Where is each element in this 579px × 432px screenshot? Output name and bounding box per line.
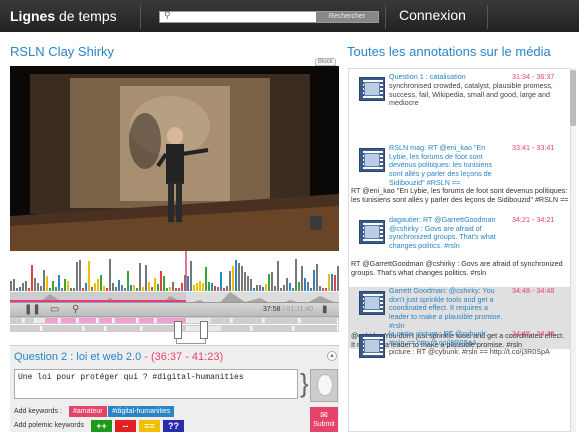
divider (140, 5, 141, 29)
slice-end-handle[interactable] (200, 321, 208, 339)
volume-icon[interactable]: ▮ (322, 303, 328, 317)
polemic-agree-button[interactable]: ++ (91, 420, 112, 432)
video-thumbnail-icon (359, 334, 385, 358)
add-keywords-label: Add keywords : (14, 408, 62, 415)
collapse-icon[interactable]: ▲ (327, 351, 337, 361)
record-button[interactable] (310, 369, 338, 402)
search-input[interactable] (176, 12, 316, 22)
search-button[interactable]: Rechercher (316, 12, 378, 22)
list-item[interactable]: dagautier: RT @GarrettGoodman @cshirky :… (349, 215, 572, 286)
login-link[interactable]: Connexion (399, 7, 466, 23)
video-thumbnail-icon (359, 77, 385, 101)
polemic-reference-button[interactable]: == (139, 420, 160, 432)
video-thumbnail-icon (359, 291, 385, 315)
search-icon[interactable]: ⚲ (72, 303, 79, 317)
app-logo[interactable]: Lignes de temps (10, 8, 117, 24)
list-item[interactable]: la pinta: picture : RT @cybunk: #rsln ==… (349, 329, 572, 362)
video-player[interactable] (10, 66, 339, 251)
polemic-disagree-button[interactable]: -- (115, 420, 136, 432)
brace-icon: } (300, 368, 309, 398)
comment-icon[interactable]: ▭ (50, 303, 59, 317)
list-item[interactable]: Question 1 : catalisation 31:34 - 36:37 … (349, 72, 572, 119)
annotation-form: Question 2 : loi et web 2.0 - (36:37 - 4… (10, 345, 339, 432)
form-title: Question 2 : loi et web 2.0 - (36:37 - 4… (14, 351, 224, 363)
slice-start-handle[interactable] (174, 321, 182, 339)
scrollbar-thumb[interactable] (570, 70, 576, 126)
time-display: 37:58 / 01:11:40 (263, 306, 314, 313)
add-polemic-label: Add polemic keywords (14, 422, 85, 429)
list-item[interactable]: RSLN mag: RT @eni_kao "En Lybie, les for… (349, 143, 572, 212)
microphone-icon (317, 374, 333, 396)
player-controls: ❚❚ ▭ ⚲ 37:58 / 01:11:40 ▮ (10, 302, 339, 316)
video-thumbnail-icon (359, 220, 385, 244)
submit-button[interactable]: ✉ Submit (310, 407, 338, 432)
divider (487, 5, 488, 29)
search-icon: ⚲ (164, 10, 171, 20)
pause-icon[interactable]: ❚❚ (24, 303, 41, 317)
annotation-textarea[interactable]: Une loi pour protéger qui ? #digital-hum… (14, 369, 298, 399)
keyword-tag[interactable]: #digital-humanities (108, 406, 175, 417)
block-tab[interactable]: Block (315, 58, 336, 66)
submit-icon: ✉ (320, 410, 328, 420)
search-box: ⚲ Rechercher (159, 10, 379, 23)
media-title: RSLN Clay Shirky (10, 44, 115, 59)
keyword-tag[interactable]: #amateur (69, 406, 107, 417)
top-bar: Lignes de temps ⚲ Rechercher Connexion (0, 0, 579, 32)
annotations-list: Question 1 : catalisation 31:34 - 36:37 … (348, 68, 573, 432)
divider (385, 5, 386, 29)
annotations-panel-title: Toutes les annotations sur le média (347, 44, 551, 59)
polemic-question-button[interactable]: ?? (163, 420, 184, 432)
video-thumbnail-icon (359, 148, 385, 172)
